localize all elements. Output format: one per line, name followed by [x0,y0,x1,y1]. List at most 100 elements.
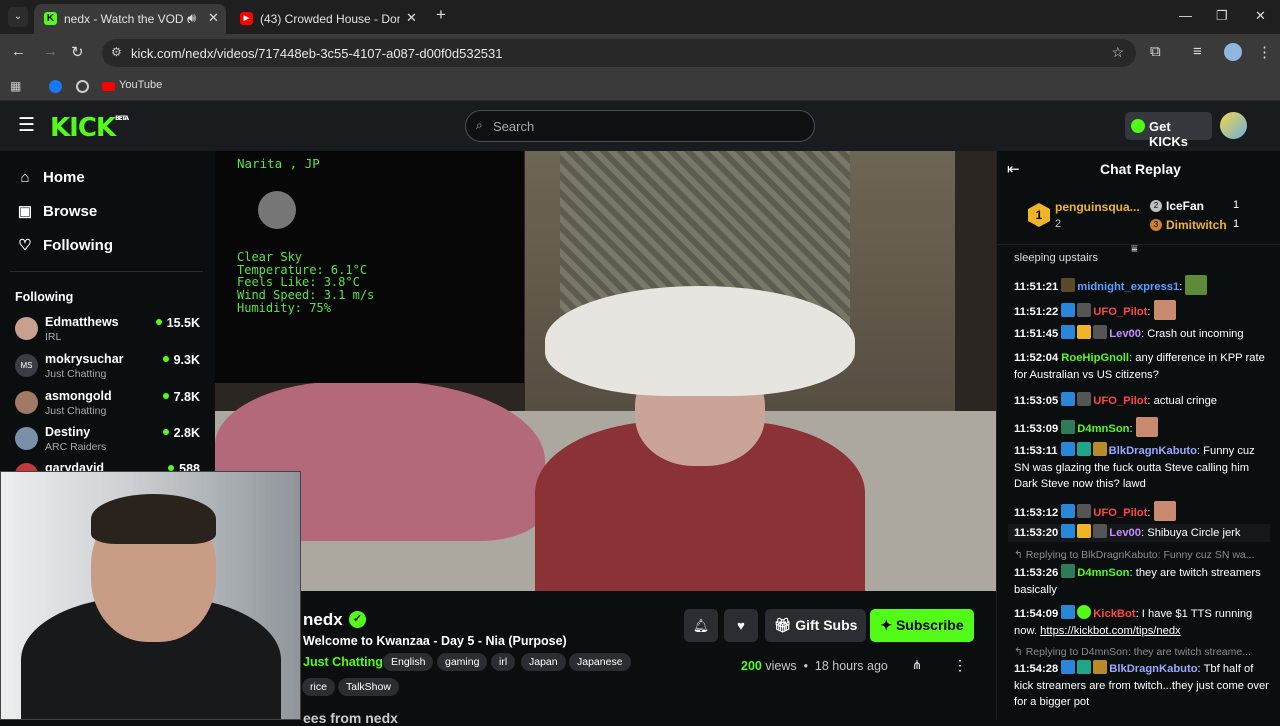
globe-icon[interactable] [76,80,89,93]
tag[interactable]: English [383,653,434,671]
forward-icon[interactable]: → [43,43,58,60]
video-player[interactable]: Narita , JP Clear Sky Temperature: 6.1°C… [215,151,996,591]
verified-badge-icon [1077,605,1092,619]
username[interactable]: D4mnSon [1077,567,1129,579]
tag[interactable]: gaming [437,653,488,671]
chat-message: sleeping upstairs [1014,250,1270,267]
timestamp: 11:53:26 [1014,567,1059,579]
following-channel[interactable]: asmongold Just Chatting 7.8K [15,389,200,425]
sidebar-item-home[interactable]: ⌂ Home [15,169,84,186]
following-channel[interactable]: Edmatthews IRL 15.5K [15,315,200,351]
sword-badge-icon [1093,325,1108,339]
search-placeholder: Search [493,119,535,134]
category-link[interactable]: Just Chatting [303,655,383,669]
search-input[interactable]: ⌕ Search [465,110,815,142]
following-channel[interactable]: MS mokrysuchar Just Chatting 9.3K [15,352,200,388]
reply-context[interactable]: ↰ Replying to D4mnSon: they are twitch s… [1014,646,1272,658]
get-kicks-label: Get KICKs [1149,119,1189,149]
video-scene-cowboy-hat [545,286,855,396]
timestamp: 11:53:20 [1014,527,1059,539]
minimize-icon[interactable]: — [1179,8,1192,23]
username[interactable]: BlkDragnKabuto [1109,663,1197,675]
sidebar-item-browse[interactable]: ▣ Browse [15,202,97,220]
face-emote-icon [1135,417,1158,437]
tag[interactable]: Japan [521,653,566,671]
webcam-hair [91,494,216,544]
username[interactable]: UFO_Pilot [1093,306,1147,318]
back-icon[interactable]: ← [11,43,26,60]
tab-kick[interactable]: K nedx - Watch the VOD on Kick 🔊︎ ✕ [34,4,226,34]
chat-panel: ⇤ Chat Replay 1 penguinsqua... 2 2 IceFa… [996,151,1280,720]
profile-avatar[interactable] [1224,43,1242,61]
site-info-icon[interactable]: ⚙ [111,45,122,59]
channel-category: IRL [45,331,62,343]
extensions-icon[interactable]: ⧉ [1150,43,1161,60]
timestamp: 11:51:21 [1014,281,1059,293]
bookmark-youtube[interactable]: YouTube [119,79,162,91]
leader-count: 1 [1233,199,1240,211]
new-tab-icon[interactable]: + [436,5,446,25]
gift-subs-button[interactable]: 🎁︎ Gift Subs [765,609,866,642]
timestamp: 11:51:22 [1014,306,1059,318]
leader-count: 1 [1233,218,1240,230]
sidebar-item-following[interactable]: ♡ Following [15,236,113,254]
tag[interactable]: Japanese [569,653,631,671]
close-icon[interactable]: ✕ [406,10,417,26]
share-icon[interactable]: ⋔ [912,658,922,672]
reload-icon[interactable]: ↻ [71,43,84,61]
username[interactable]: Lev00 [1109,328,1141,340]
collapse-chat-icon[interactable]: ⇤ [1007,160,1020,178]
kick-logo[interactable]: KICKBETA [50,113,129,143]
user-avatar[interactable] [1220,112,1247,139]
media-control-icon[interactable]: ≡ [1193,43,1202,60]
username[interactable]: RoeHipGnoll [1061,352,1129,364]
notification-bell-button[interactable]: 🔔︎ [684,609,718,642]
chat-title: Chat Replay [1100,161,1181,177]
tag[interactable]: TalkShow [338,678,399,696]
get-kicks-button[interactable]: Get KICKs [1125,112,1212,149]
username[interactable]: UFO_Pilot [1093,395,1147,407]
following-channel[interactable]: Destiny ARC Raiders 2.8K [15,425,200,461]
leader-name: IceFan [1166,199,1205,213]
leader-name: penguinsqua... [1055,200,1140,214]
hamburger-menu-icon[interactable]: ☰ [18,114,35,137]
follow-heart-button[interactable]: ♥ [724,609,758,642]
username[interactable]: Lev00 [1109,527,1141,539]
gifter-badge-icon [1093,660,1108,674]
chat-link[interactable]: https://kickbot.com/tips/nedx [1040,625,1181,637]
meta-separator: • [800,659,812,673]
logo-text: KICK [50,113,116,143]
tab-list-chevron-icon[interactable]: ⌄ [8,7,28,27]
tab-youtube[interactable]: ▶ (43) Crowded House - Don't Dream ✕ [230,4,428,34]
restore-icon[interactable]: ❐ [1216,8,1228,24]
close-icon[interactable]: ✕ [208,10,219,26]
address-bar[interactable]: ⚙ kick.com/nedx/videos/717448eb-3c55-410… [102,39,1136,67]
apps-grid-icon[interactable]: ▦ [10,79,21,93]
tag[interactable]: irl [491,653,516,671]
menu-kebab-icon[interactable]: ⋮ [1257,43,1272,61]
moderator-badge-icon [1061,605,1076,619]
window-close-icon[interactable]: ✕ [1255,8,1266,24]
chat-message: 11:53:12 UFO_Pilot: [1014,501,1270,522]
speaker-icon[interactable]: 🔊︎ [188,10,196,26]
filter-icon[interactable]: ⩸ [1131,243,1138,256]
username[interactable]: UFO_Pilot [1093,507,1147,519]
username[interactable]: midnight_express1 [1077,281,1179,293]
logo-beta: BETA [115,115,129,122]
stream-info: nedx ✓ Welcome to Kwanzaa - Day 5 - Nia … [301,591,996,726]
username[interactable]: BlkDragnKabuto [1109,445,1197,457]
bookmark-star-icon[interactable]: ☆ [1111,44,1124,61]
username[interactable]: KickBot [1093,608,1135,620]
bookmarks-bar: ▦ YouTube [0,72,1280,101]
more-options-icon[interactable]: ⋮ [953,657,967,674]
tag[interactable]: rice [302,678,335,696]
channel-name[interactable]: nedx [303,610,343,630]
reply-context[interactable]: ↰ Replying to BlkDragnKabuto: Funny cuz … [1014,549,1272,561]
home-icon: ⌂ [20,169,30,186]
channel-category: Just Chatting [45,405,107,417]
username[interactable]: D4mnSon [1077,423,1129,435]
video-title: Welcome to Kwanzaa - Day 5 - Nia (Purpos… [303,634,567,648]
weather-details: Clear Sky Temperature: 6.1°C Feels Like:… [237,251,374,315]
facebook-icon[interactable] [49,80,62,93]
subscribe-button[interactable]: ✦ Subscribe [870,609,974,642]
